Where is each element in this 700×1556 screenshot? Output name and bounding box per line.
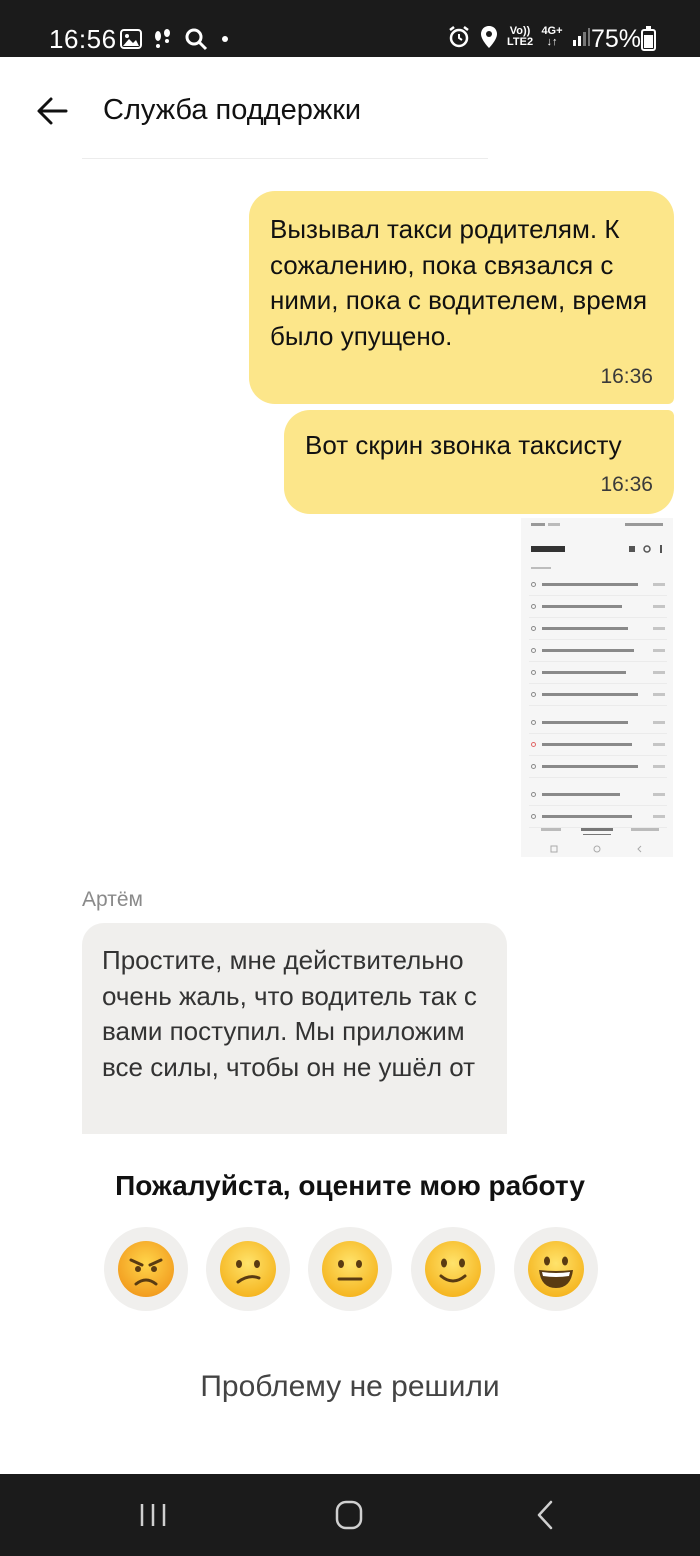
outgoing-message[interactable]: Вот скрин звонка таксисту 16:36 xyxy=(284,410,674,514)
location-icon xyxy=(481,26,497,48)
rating-options xyxy=(104,1227,598,1311)
search-icon xyxy=(185,28,208,51)
attachment-call-row xyxy=(529,786,667,806)
header-divider xyxy=(82,158,488,159)
attachment-call-row xyxy=(529,736,667,756)
attachment-section-label xyxy=(531,567,551,569)
neutral-emoji-icon xyxy=(322,1241,378,1297)
message-time: 16:36 xyxy=(600,365,653,388)
steps-icon xyxy=(155,29,170,48)
smile-emoji-icon xyxy=(425,1241,481,1297)
message-text: Простите, мне действительно очень жаль, … xyxy=(102,945,477,1082)
attachment-call-row xyxy=(529,642,667,662)
dot-icon xyxy=(222,36,228,42)
rating-3-button[interactable] xyxy=(308,1227,392,1311)
battery-icon xyxy=(641,26,656,51)
attachment-call-row xyxy=(529,686,667,706)
grin-emoji-icon xyxy=(528,1241,584,1297)
volte-icon: Vo)) LTE2 xyxy=(507,25,534,48)
recent-apps-icon[interactable] xyxy=(133,1498,173,1532)
page-title: Служба поддержки xyxy=(103,94,362,126)
attachment-toolbar-icons xyxy=(629,545,662,553)
attachment-call-row xyxy=(529,576,667,596)
angry-emoji-icon xyxy=(118,1241,174,1297)
incoming-message[interactable]: Простите, мне действительно очень жаль, … xyxy=(82,923,507,1134)
status-time: 16:56 xyxy=(49,24,117,54)
status-bar: 16:56 Vo)) LTE2 4G+ ↓↑ 75% xyxy=(0,0,700,57)
4g-icon: 4G+ ↓↑ xyxy=(541,25,563,48)
back-nav-icon[interactable] xyxy=(526,1498,566,1532)
rating-title: Пожалуйста, оцените мою работу xyxy=(115,1170,585,1201)
rating-5-button[interactable] xyxy=(514,1227,598,1311)
rating-2-button[interactable] xyxy=(206,1227,290,1311)
rating-panel: Пожалуйста, оцените мою работу Проблему … xyxy=(0,1134,700,1474)
message-time: 16:36 xyxy=(600,473,653,496)
message-text: Вот скрин звонка таксисту xyxy=(305,430,622,460)
message-text: Вызывал такси родителям. К сожалению, по… xyxy=(270,214,648,351)
problem-not-solved-button[interactable]: Проблему не решили xyxy=(0,1369,700,1405)
battery-level xyxy=(644,34,653,48)
attachment-status-bar xyxy=(531,523,663,526)
attachment-title xyxy=(531,544,571,556)
sad-emoji-icon xyxy=(220,1241,276,1297)
attachment-call-row xyxy=(529,598,667,618)
alarm-icon xyxy=(449,26,469,48)
outgoing-message[interactable]: Вызывал такси родителям. К сожалению, по… xyxy=(249,191,674,404)
image-icon xyxy=(120,29,142,49)
back-arrow-icon[interactable] xyxy=(36,96,68,126)
system-nav-bar xyxy=(0,1474,700,1556)
attachment-tabs xyxy=(541,828,659,835)
home-icon[interactable] xyxy=(329,1498,369,1532)
rating-1-button[interactable] xyxy=(104,1227,188,1311)
attachment-call-row xyxy=(529,758,667,778)
signal-icon xyxy=(573,28,590,46)
attachment-call-row xyxy=(529,664,667,684)
attachment-nav-bar xyxy=(550,845,642,853)
rating-4-button[interactable] xyxy=(411,1227,495,1311)
attached-screenshot[interactable] xyxy=(521,518,673,857)
attachment-call-row xyxy=(529,620,667,640)
header: Служба поддержки xyxy=(0,57,700,161)
sender-name: Артём xyxy=(82,888,143,911)
battery-percent: 75% xyxy=(591,25,642,53)
attachment-call-row xyxy=(529,714,667,734)
